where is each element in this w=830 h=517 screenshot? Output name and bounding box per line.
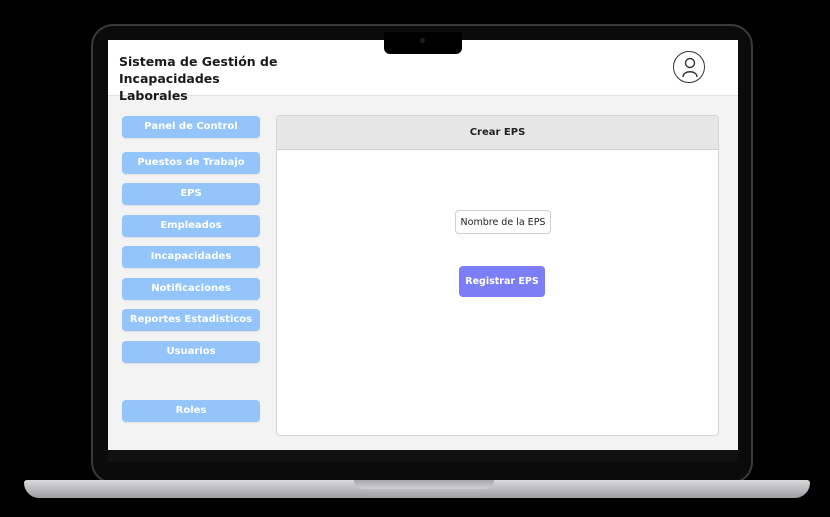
camera-icon [420,38,425,43]
register-eps-button[interactable]: Registrar EPS [459,266,545,297]
sidebar-item-roles[interactable]: Roles [122,400,260,422]
sidebar-item-panel-de-control[interactable]: Panel de Control [122,116,260,138]
sidebar-item-notificaciones[interactable]: Notificaciones [122,278,260,300]
screen: Sistema de Gestión de Incapacidades Labo… [108,40,738,450]
app-title: Sistema de Gestión de Incapacidades Labo… [119,53,289,104]
sidebar-item-empleados[interactable]: Empleados [122,215,260,237]
app-title-line1: Sistema de Gestión de [119,54,278,69]
laptop-base-groove [354,480,494,489]
sidebar-item-reportes-estadisticos[interactable]: Reportes Estadisticos [122,309,260,331]
screen-bezel-bottom [108,450,738,462]
user-icon [682,57,698,78]
eps-name-input[interactable] [455,210,551,234]
camera-notch [384,32,462,54]
sidebar-item-incapacidades[interactable]: Incapacidades [122,246,260,268]
user-avatar[interactable] [673,51,705,83]
app-title-line2: Incapacidades Laborales [119,71,220,103]
create-eps-panel: Crear EPS Registrar EPS [276,115,719,436]
panel-title: Crear EPS [277,116,718,150]
sidebar-item-usuarios[interactable]: Usuarios [122,341,260,363]
sidebar-item-puestos-de-trabajo[interactable]: Puestos de Trabajo [122,152,260,174]
sidebar-item-eps[interactable]: EPS [122,183,260,205]
